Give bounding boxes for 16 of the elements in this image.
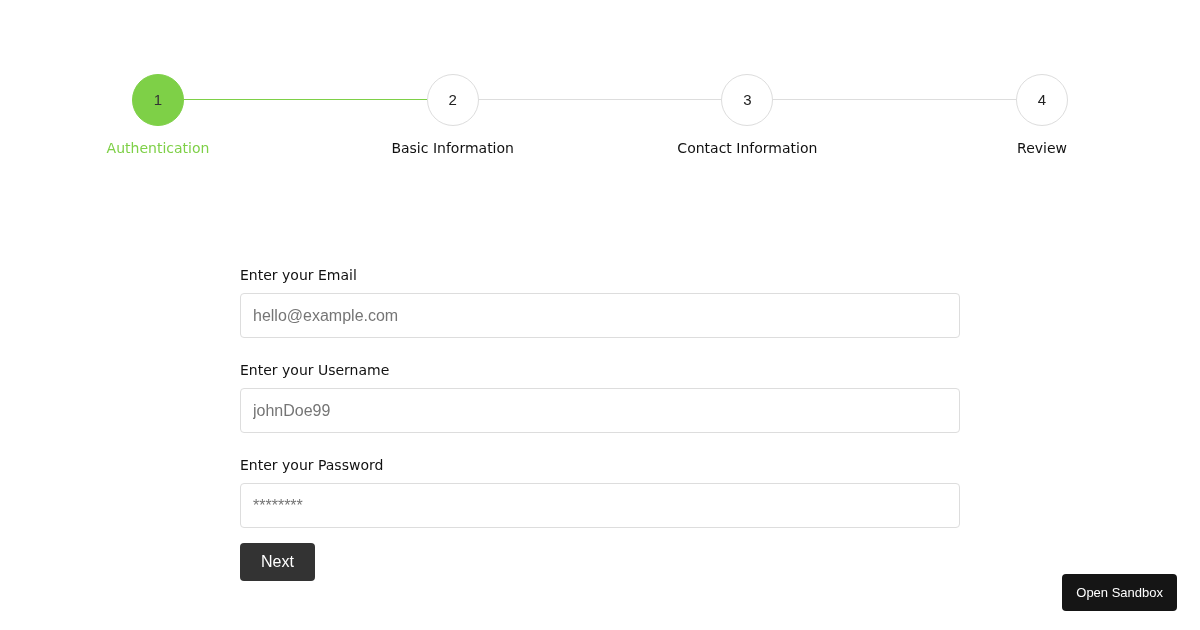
input-field[interactable]: ******** — [240, 483, 960, 528]
input-field[interactable]: hello@example.com — [240, 293, 960, 338]
step-label: Review — [1017, 139, 1067, 158]
step-circle[interactable]: 3 — [721, 74, 774, 126]
field-label: Enter your Password — [240, 456, 385, 475]
next-button[interactable]: Next — [240, 543, 315, 581]
field-label: Enter your Username — [240, 361, 391, 380]
field-label: Enter your Email — [240, 266, 358, 285]
open-sandbox-button[interactable]: Open Sandbox — [1062, 573, 1177, 611]
input-field[interactable]: johnDoe99 — [240, 388, 960, 433]
step-circle[interactable]: 1 — [132, 74, 184, 126]
step-circle[interactable]: 2 — [426, 74, 479, 126]
step-label: Basic Information — [391, 139, 514, 158]
step-circle[interactable]: 4 — [1016, 74, 1068, 126]
step-label: Authentication — [106, 139, 210, 158]
step-label: Contact Information — [677, 139, 818, 158]
